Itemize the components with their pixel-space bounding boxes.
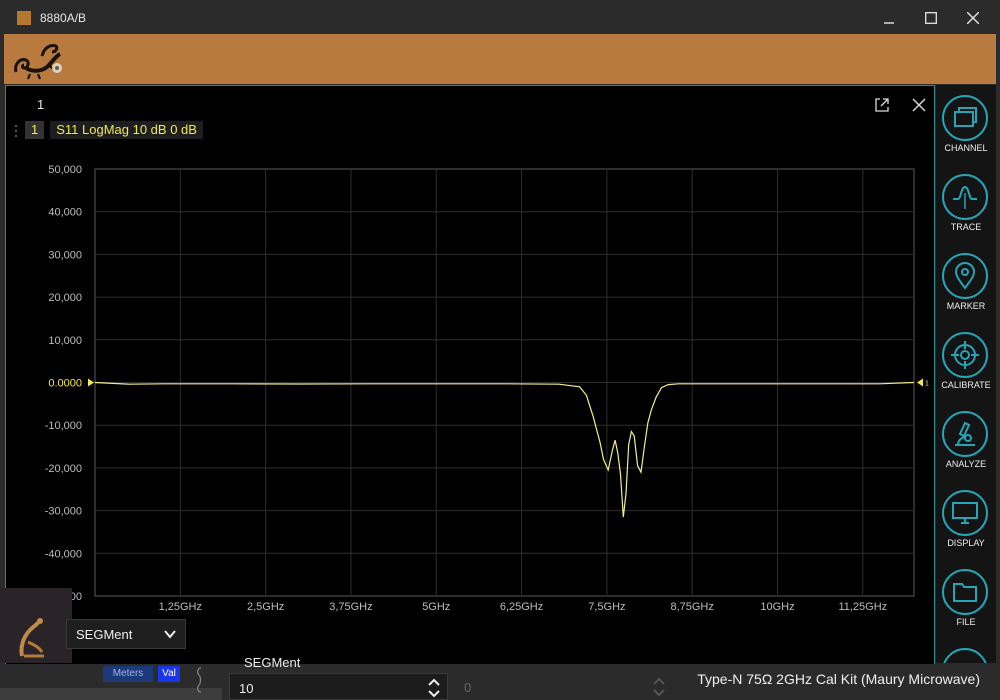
sidebar-item-label: DISPLAY [947, 538, 985, 548]
segment-value: 10 [239, 681, 254, 696]
y-tick-label: 40,000 [48, 207, 82, 219]
y-tick-label: -20,000 [45, 463, 82, 475]
reference-marker-left [88, 378, 94, 387]
segment-value-stepper[interactable]: 10 [229, 673, 448, 700]
drag-handle-icon[interactable] [14, 124, 18, 138]
sidebar-item-label: ANALYZE [945, 459, 987, 469]
app-icon [17, 11, 31, 25]
calibrate-icon [942, 332, 988, 378]
x-tick-label: 10GHz [760, 601, 794, 613]
x-tick-label: 5GHz [422, 601, 450, 613]
segment-dropdown[interactable]: SEGMent [66, 619, 186, 649]
secondary-value-stepper[interactable]: 0 [458, 673, 672, 700]
spin-arrows-icon[interactable] [652, 675, 666, 699]
sidebar-item-calibrate[interactable]: CALIBRATE [936, 322, 996, 392]
x-tick-label: 11,25GHz [838, 601, 887, 613]
close-channel-icon[interactable] [911, 97, 927, 113]
sidebar-item-label: MARKER [946, 301, 986, 311]
marker-icon [942, 253, 988, 299]
sidebar-item-more[interactable] [936, 638, 996, 663]
analyze-icon [942, 411, 988, 457]
y-tick-label: 30,000 [48, 249, 82, 261]
close-button[interactable] [958, 6, 988, 30]
sidebar-item-channel[interactable]: CHANNEL [936, 85, 996, 155]
trace-number: 1 [25, 121, 45, 139]
sidebar-item-trace[interactable]: TRACE [936, 164, 996, 234]
channel-icon [942, 95, 988, 141]
meters-toggle[interactable]: Meters [103, 666, 153, 682]
bottom-strip [0, 688, 222, 700]
sidebar-item-display[interactable]: DISPLAY [936, 480, 996, 550]
x-tick-label: 7,5GHz [588, 601, 625, 613]
sidebar-item-label: FILE [956, 617, 976, 627]
trace-description: S11 LogMag 10 dB 0 dB [50, 121, 203, 139]
x-tick-label: 8,75GHz [670, 601, 713, 613]
close-icon [967, 12, 979, 24]
minimize-button[interactable] [874, 6, 904, 30]
y-tick-label: 10,000 [48, 335, 82, 347]
trace-label[interactable]: 1 S11 LogMag 10 dB 0 dB [25, 121, 203, 139]
y-tick-label: 20,000 [48, 292, 82, 304]
val-toggle[interactable]: Val [158, 666, 180, 682]
reference-marker-label: 1 [925, 381, 929, 388]
y-tick-label: -40,000 [45, 548, 82, 560]
trace-icon [942, 174, 988, 220]
y-tick-label: -30,000 [45, 506, 82, 518]
file-icon [942, 569, 988, 615]
maximize-icon [925, 12, 937, 24]
sidebar-item-marker[interactable]: MARKER [936, 243, 996, 313]
popout-icon[interactable] [874, 97, 890, 113]
more-icon [942, 648, 988, 663]
reference-marker-right [917, 378, 923, 387]
sidebar-item-label: CHANNEL [944, 143, 988, 153]
x-tick-label: 6,25GHz [500, 601, 543, 613]
display-icon [942, 490, 988, 536]
title-bar: 8880A/B [0, 0, 1000, 34]
sidebar-item-label: TRACE [950, 222, 982, 232]
sidebar-item-file[interactable]: FILE [936, 559, 996, 629]
segment-label: SEGMent [244, 655, 301, 670]
y-tick-label: -10,000 [45, 420, 82, 432]
cal-kit-status: Type-N 75Ω 2GHz Cal Kit (Maury Microwave… [697, 671, 980, 687]
x-tick-label: 3,75GHz [329, 601, 372, 613]
instrument-logo-icon [19, 618, 44, 658]
lizard-logo-icon [14, 44, 62, 80]
sidebar-item-label: CALIBRATE [941, 380, 991, 390]
right-sidebar: CHANNEL TRACE MARKER CALIBRATE ANALYZE D… [936, 85, 996, 663]
secondary-value: 0 [464, 680, 472, 695]
x-tick-label: 1,25GHz [159, 601, 202, 613]
x-tick-label: 2,5GHz [247, 601, 284, 613]
maximize-button[interactable] [916, 6, 946, 30]
brand-banner [4, 34, 996, 84]
s11-chart[interactable]: 1,25GHz 2,5GHz 3,75GHz 5GHz 6,25GHz 7,5GHz 8,7… [6, 154, 932, 614]
instrument-panel [0, 588, 72, 663]
grip-icon[interactable] [196, 667, 202, 693]
channel-number: 1 [37, 97, 45, 112]
chevron-down-icon [164, 630, 176, 639]
sidebar-item-analyze[interactable]: ANALYZE [936, 401, 996, 471]
y-tick-label: 50,000 [48, 164, 82, 176]
y-tick-label: 0.0000 [48, 378, 82, 390]
spin-arrows-icon[interactable] [427, 676, 441, 700]
segment-dropdown-value: SEGMent [76, 627, 133, 642]
minimize-icon [884, 22, 894, 24]
window-title: 8880A/B [40, 11, 87, 25]
channel-window: 1 1 S11 LogMag 10 dB 0 dB 1,25GHz 2,5GHz 3… [5, 85, 935, 665]
